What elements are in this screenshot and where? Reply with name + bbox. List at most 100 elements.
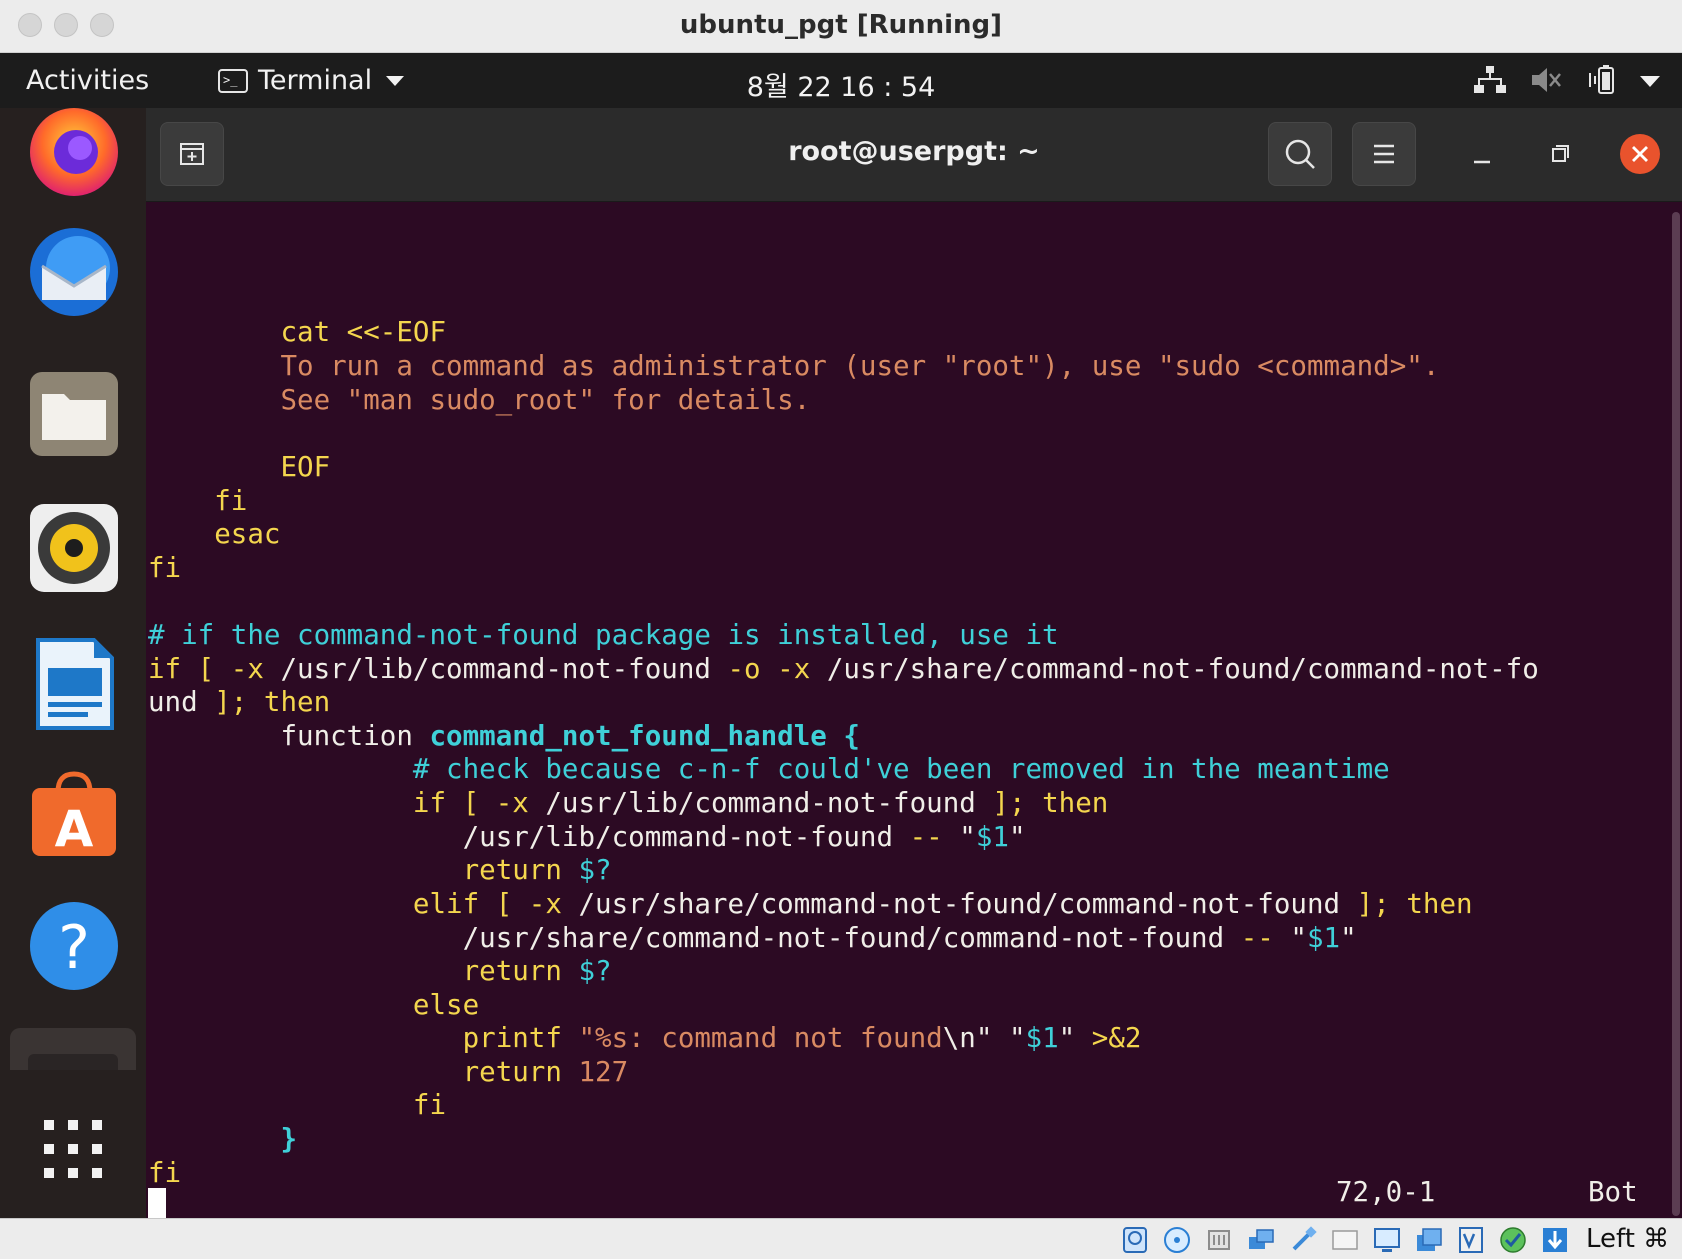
search-icon — [1285, 139, 1315, 169]
network-adapter-icon[interactable] — [1246, 1225, 1276, 1255]
code-token: -o -x — [710, 653, 827, 685]
gnome-top-bar: Activities >_ Terminal 8월 22 16 : 54 — [0, 53, 1682, 108]
code-line: EOF — [148, 449, 330, 485]
code-line — [148, 1188, 166, 1218]
app-center-icon[interactable]: A — [28, 768, 120, 860]
menu-button[interactable] — [1352, 122, 1416, 186]
close-icon[interactable] — [1618, 132, 1662, 176]
code-token: " — [1058, 1022, 1076, 1054]
rhythmbox-icon[interactable] — [28, 502, 120, 594]
ubuntu-dock: A ? — [0, 108, 146, 1218]
code-line: if [ -x /usr/lib/command-not-found -o -x… — [148, 651, 1539, 687]
code-token: fi — [214, 485, 248, 517]
code-token: esac — [214, 518, 281, 550]
libreoffice-impress-icon[interactable] — [28, 638, 120, 730]
volume-muted-icon[interactable] — [1530, 65, 1562, 95]
code-token: return — [462, 955, 579, 987]
code-token: elif — [412, 888, 480, 920]
code-line: /usr/share/command-not-found/command-not… — [148, 920, 1357, 956]
display-icon[interactable] — [1372, 1225, 1402, 1255]
code-line: To run a command as administrator (user … — [148, 348, 1439, 384]
optical-drive-icon[interactable] — [1162, 1225, 1192, 1255]
virtualbox-status-bar: Left ⌘ — [0, 1218, 1682, 1259]
code-token: 127 — [578, 1056, 629, 1088]
code-token: To run a command as administrator (user … — [280, 350, 1440, 382]
code-token: function — [280, 720, 430, 752]
code-token: $? — [578, 955, 612, 987]
code-token: $1 — [1025, 1022, 1059, 1054]
clock[interactable]: 8월 22 16 : 54 — [0, 65, 1682, 104]
code-token: /usr/lib/command-not-found — [462, 821, 894, 853]
code-token: " — [992, 1022, 1026, 1054]
code-token: $1 — [975, 821, 1009, 853]
terminal-window: root@userpgt: ~ cat <<-EOF To run a comm… — [146, 108, 1682, 1218]
help-icon[interactable]: ? — [28, 900, 120, 992]
battery-icon[interactable] — [1588, 65, 1622, 95]
code-line: esac — [148, 516, 280, 552]
shared-folders-icon[interactable] — [1330, 1225, 1360, 1255]
svg-text:A: A — [55, 800, 94, 858]
audio-icon[interactable] — [1204, 1225, 1234, 1255]
cpu-activity-icon[interactable] — [1498, 1225, 1528, 1255]
code-token: fi — [412, 1089, 447, 1121]
code-token: /usr/share/command-not-found/command-not… — [826, 653, 1539, 685]
search-button[interactable] — [1268, 122, 1332, 186]
code-line: return 127 — [148, 1054, 629, 1090]
code-token: then — [1042, 787, 1109, 819]
firefox-icon[interactable] — [28, 106, 120, 198]
code-token: /usr/share/command-not-found/command-not… — [578, 888, 1341, 920]
code-line: return $? — [148, 852, 612, 888]
code-token: [ -x — [446, 787, 546, 819]
usb-icon[interactable] — [1288, 1225, 1318, 1255]
code-token: -- — [893, 821, 960, 853]
terminal-title: root@userpgt: ~ — [788, 136, 1040, 167]
svg-text:?: ? — [58, 913, 90, 983]
code-token: /usr/share/command-not-found/command-not… — [462, 922, 1225, 954]
code-token: { — [826, 720, 860, 752]
code-line: if [ -x /usr/lib/command-not-found ]; th… — [148, 785, 1108, 821]
code-token: /usr/lib/command-not-found — [280, 653, 711, 685]
hard-disk-icon[interactable] — [1120, 1225, 1150, 1255]
code-token: " — [1008, 821, 1026, 853]
host-key-arrow-icon[interactable] — [1540, 1225, 1570, 1255]
show-apps-icon[interactable] — [42, 1118, 106, 1186]
system-menu-chevron-down-icon[interactable] — [1640, 76, 1660, 87]
vim-scroll-position: Bot — [1588, 1176, 1638, 1208]
thunderbird-icon[interactable] — [28, 226, 120, 318]
code-token: } — [280, 1123, 298, 1155]
terminal-scrollbar[interactable] — [1672, 212, 1680, 1216]
files-icon[interactable] — [28, 368, 120, 460]
host-key-label: Left ⌘ — [1586, 1224, 1670, 1254]
network-icon[interactable] — [1474, 65, 1506, 95]
recording-icon[interactable] — [1456, 1225, 1486, 1255]
code-token: EOF — [280, 451, 331, 483]
code-line: else — [148, 987, 479, 1023]
screen-capture-icon[interactable] — [1414, 1225, 1444, 1255]
code-token: >&2 — [1075, 1022, 1142, 1054]
vm-window-title: ubuntu_pgt [Running] — [679, 10, 1003, 40]
code-line: /usr/lib/command-not-found -- "$1" — [148, 819, 1026, 855]
code-line: fi — [148, 483, 247, 519]
minimize-icon[interactable] — [1460, 132, 1504, 176]
code-token: und — [148, 686, 198, 718]
code-token: if — [412, 787, 447, 819]
code-comment: # if the command-not-found package is in… — [148, 619, 1059, 651]
code-token: return — [462, 854, 579, 886]
code-token: See "man sudo_root" for details. — [280, 384, 811, 416]
code-line: return $? — [148, 953, 612, 989]
terminal-text-area[interactable]: cat <<-EOF To run a command as administr… — [146, 202, 1668, 1218]
code-line: fi — [148, 550, 181, 586]
vm-window-titlebar: ubuntu_pgt [Running] — [0, 0, 1682, 53]
code-line: cat <<-EOF — [148, 314, 446, 350]
code-line: # check because c-n-f could've been remo… — [148, 751, 1390, 787]
maximize-icon[interactable] — [1538, 132, 1582, 176]
code-token: command_not_found_handle — [429, 720, 827, 752]
code-token: ]; — [1340, 888, 1407, 920]
terminal-icon[interactable] — [10, 1028, 136, 1070]
code-token: cat <<-EOF — [280, 316, 447, 348]
code-line: fi — [148, 1087, 446, 1123]
code-token: /usr/lib/command-not-found — [545, 787, 976, 819]
code-token: else — [412, 989, 480, 1021]
code-comment: # check because c-n-f could've been remo… — [412, 753, 1390, 785]
code-token: $1 — [1306, 922, 1341, 954]
